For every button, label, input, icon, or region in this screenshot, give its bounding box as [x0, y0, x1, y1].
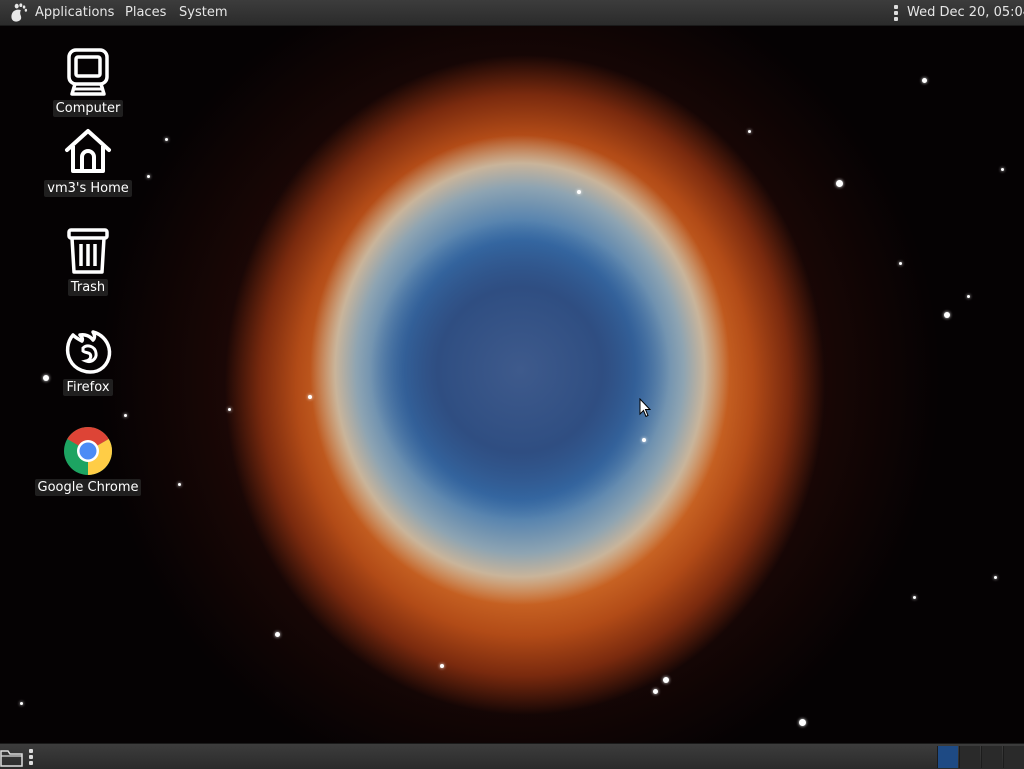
desktop-icon-label: vm3's Home [44, 180, 132, 197]
show-desktop-icon[interactable] [0, 747, 24, 767]
desktop-icon-label: Computer [52, 100, 124, 117]
star [944, 312, 950, 318]
star [124, 414, 127, 417]
desktop-icon-firefox[interactable]: Firefox [33, 326, 143, 396]
star [799, 719, 806, 726]
star [440, 664, 444, 668]
star [20, 702, 23, 705]
top-panel: Applications Places System Wed Dec 20, 0… [0, 0, 1024, 26]
star [642, 438, 646, 442]
star [748, 130, 751, 133]
panel-handle-icon[interactable] [28, 749, 34, 765]
bottom-panel [0, 743, 1024, 769]
computer-icon [67, 48, 109, 96]
desktop-icon-label: Firefox [63, 379, 113, 396]
trash-icon [67, 228, 109, 274]
desktop-icon-home[interactable]: vm3's Home [33, 127, 143, 197]
star [922, 78, 927, 83]
desktop-wallpaper [0, 0, 1024, 768]
star [178, 483, 181, 486]
home-folder-icon [65, 129, 111, 173]
star [913, 596, 916, 599]
desktop-icon-computer[interactable]: Computer [33, 47, 143, 117]
desktop-icon-chrome[interactable]: Google Chrome [33, 426, 143, 496]
gnome-foot-icon[interactable] [8, 2, 30, 24]
panel-handle-icon[interactable] [893, 5, 899, 21]
star [228, 408, 231, 411]
workspace-2[interactable] [959, 746, 980, 768]
desktop-icon-trash[interactable]: Trash [33, 226, 143, 296]
chrome-icon [64, 426, 113, 475]
star [899, 262, 902, 265]
star [967, 295, 970, 298]
star [147, 175, 150, 178]
mouse-cursor-icon [639, 398, 651, 418]
star [653, 689, 658, 694]
clock[interactable]: Wed Dec 20, 05:04 [907, 0, 1024, 25]
workspace-1[interactable] [937, 746, 958, 768]
star [577, 190, 581, 194]
star [663, 677, 669, 683]
desktop-icon-label: Trash [67, 279, 109, 296]
firefox-icon [65, 330, 112, 374]
places-menu[interactable]: Places [125, 0, 166, 25]
star [994, 576, 997, 579]
workspace-4[interactable] [1003, 746, 1024, 768]
star [165, 138, 168, 141]
system-menu[interactable]: System [179, 0, 227, 25]
star [275, 632, 280, 637]
desktop-icon-label: Google Chrome [34, 479, 142, 496]
applications-menu[interactable]: Applications [35, 0, 114, 25]
star [836, 180, 843, 187]
star [308, 395, 312, 399]
star [1001, 168, 1004, 171]
workspace-3[interactable] [981, 746, 1002, 768]
